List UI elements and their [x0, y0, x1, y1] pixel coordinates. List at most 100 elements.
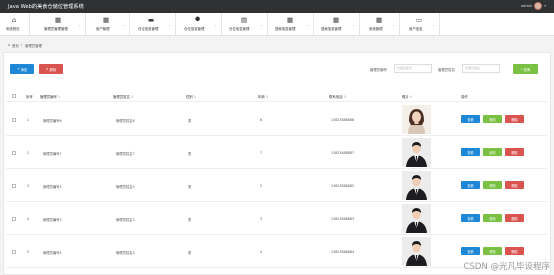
chevron-down-icon[interactable]: ▾: [544, 4, 546, 8]
cell-phone: 13823888887: [331, 151, 355, 155]
cell-age: 7: [260, 151, 263, 155]
header-name[interactable]: 管理员姓名⇅: [113, 94, 134, 99]
edit-button-label: 修改: [489, 183, 496, 188]
nav-item-system[interactable]: ▦ 系统管理 ⌄: [360, 13, 400, 35]
chevron-down-icon: ⌄: [122, 23, 125, 27]
view-button[interactable]: 查看: [461, 148, 480, 156]
view-button[interactable]: 查看: [461, 214, 480, 222]
photo-thumbnail: [402, 171, 431, 200]
main-nav: ⌂ 系统首页 ▦ 管理员管理管理 ⌄ ▦ 用户管理 ⌄ ▬ 仓位信息管理 ⌄ ⬤…: [0, 13, 554, 36]
header-code[interactable]: 管理员编号⇅: [40, 94, 61, 99]
nav-item-admin[interactable]: ▦ 管理员管理管理 ⌄: [30, 13, 86, 35]
search-input-code[interactable]: 管理员编号: [394, 64, 432, 73]
delete-button-label: 删除: [511, 249, 518, 254]
portrait-male-image: [402, 204, 431, 233]
view-button[interactable]: 查看: [461, 181, 480, 189]
row-checkbox[interactable]: [12, 217, 16, 221]
nav-item-home[interactable]: ⌂ 系统首页: [0, 13, 30, 35]
add-button[interactable]: + 添加: [10, 64, 34, 74]
header-phone[interactable]: 联系电话⇅: [329, 94, 346, 99]
user-menu[interactable]: admin ▾: [521, 2, 546, 10]
nav-item-position-3[interactable]: ▤ 仓位信息管理 ⌄: [222, 13, 268, 35]
delete-button[interactable]: 删除: [505, 247, 524, 255]
nav-label: 搜索信息管理: [321, 27, 342, 31]
nav-item-search-1[interactable]: ▦ 搜索信息管理 ⌄: [268, 13, 314, 35]
delete-button[interactable]: 删除: [505, 148, 524, 156]
cell-age: 4: [260, 250, 263, 254]
cell-name: 管理员姓名3: [116, 218, 135, 222]
nav-item-search-2[interactable]: ▦ 搜索信息管理 ⌄: [314, 13, 360, 35]
row-checkbox[interactable]: [12, 184, 16, 188]
cell-index: 1: [27, 118, 30, 122]
nav-item-position-2[interactable]: ⬤ 仓位信息管理 ⌄: [176, 13, 222, 35]
grid-icon: ▦: [55, 16, 62, 24]
home-icon[interactable]: ⌂: [8, 43, 10, 47]
app-title: Java Web的美食仓储位管理系统: [8, 4, 84, 10]
search-label-name: 管理员姓名: [438, 68, 455, 72]
breadcrumb: ⌂ 首页 / 管理员管理: [0, 40, 554, 50]
delete-button[interactable]: 删除: [505, 181, 524, 189]
sort-icon[interactable]: ⇅: [131, 95, 134, 99]
delete-button[interactable]: 删除: [505, 214, 524, 222]
edit-button[interactable]: 修改: [483, 115, 502, 123]
chart-icon: ▤: [241, 16, 248, 24]
view-button-label: 查看: [467, 117, 474, 122]
batch-delete-button[interactable]: ✕ 删除: [39, 64, 63, 74]
view-button-label: 查看: [467, 150, 474, 155]
nav-label: 管理员管理管理: [44, 27, 68, 31]
cell-gender: 男: [188, 119, 192, 123]
header-photo[interactable]: 照片⇅: [402, 94, 413, 99]
row-checkbox[interactable]: [12, 250, 16, 254]
delete-button-label: 删除: [511, 150, 518, 155]
header-age[interactable]: 年龄⇅: [258, 94, 269, 99]
select-all-checkbox[interactable]: [12, 94, 16, 98]
delete-button-label: 删除: [49, 67, 57, 72]
breadcrumb-current: 管理员管理: [25, 44, 42, 48]
nav-item-profile[interactable]: ▭ 用户信息 ⌄: [400, 13, 440, 35]
nav-label: 搜索信息管理: [275, 27, 296, 31]
cell-code: 管理员编号7: [43, 152, 62, 156]
nav-label: 系统首页: [6, 27, 20, 31]
search-button[interactable]: ⌕ 查询: [513, 64, 538, 74]
sort-icon[interactable]: ⇅: [410, 95, 413, 99]
cell-age: 3: [260, 217, 263, 221]
edit-button[interactable]: 修改: [483, 247, 502, 255]
delete-button[interactable]: 删除: [505, 115, 524, 123]
cell-index: 4: [27, 217, 30, 221]
sort-icon[interactable]: ⇅: [266, 95, 269, 99]
watermark: CSDN @光凡毕设程序: [463, 262, 550, 272]
sort-icon[interactable]: ⇅: [344, 95, 347, 99]
cell-gender: 男: [188, 185, 192, 189]
sort-icon[interactable]: ⇅: [194, 95, 197, 99]
view-button[interactable]: 查看: [461, 115, 480, 123]
edit-button-label: 修改: [489, 249, 496, 254]
view-button[interactable]: 查看: [461, 247, 480, 255]
header-gender[interactable]: 性别⇅: [186, 94, 197, 99]
row-checkbox[interactable]: [12, 118, 16, 122]
row-checkbox[interactable]: [12, 151, 16, 155]
photo-thumbnail: [402, 237, 431, 266]
breadcrumb-home[interactable]: 首页: [12, 43, 19, 48]
edit-button[interactable]: 修改: [483, 148, 502, 156]
content-panel: + 添加 ✕ 删除 管理员编号 管理员编号 管理员姓名 管理员姓名 ⌕ 查询 序…: [3, 52, 551, 275]
map-pin-icon: ⬤: [195, 17, 201, 22]
nav-item-position-1[interactable]: ▬ 仓位信息管理 ⌄: [130, 13, 176, 35]
window-icon: ▭: [416, 16, 423, 24]
delete-button-label: 删除: [511, 117, 518, 122]
edit-button[interactable]: 修改: [483, 181, 502, 189]
nav-label: 用户管理: [96, 27, 110, 31]
table-row: 1 管理员编号6 管理员姓名6 男 6 13823888886 查看 修改 删除: [6, 103, 548, 136]
user-name[interactable]: admin: [521, 4, 532, 8]
sort-icon[interactable]: ⇅: [58, 95, 61, 99]
header-index: 序号: [26, 95, 33, 99]
chevron-down-icon: ⌄: [306, 23, 309, 27]
delete-button-label: 删除: [511, 216, 518, 221]
portrait-male-image: [402, 171, 431, 200]
view-button-label: 查看: [467, 249, 474, 254]
nav-label: 仓位信息管理: [229, 27, 250, 31]
nav-item-user[interactable]: ▦ 用户管理 ⌄: [86, 13, 130, 35]
edit-button[interactable]: 修改: [483, 214, 502, 222]
search-input-name[interactable]: 管理员姓名: [462, 64, 500, 73]
avatar[interactable]: [534, 2, 543, 10]
photo-thumbnail: [402, 204, 431, 233]
